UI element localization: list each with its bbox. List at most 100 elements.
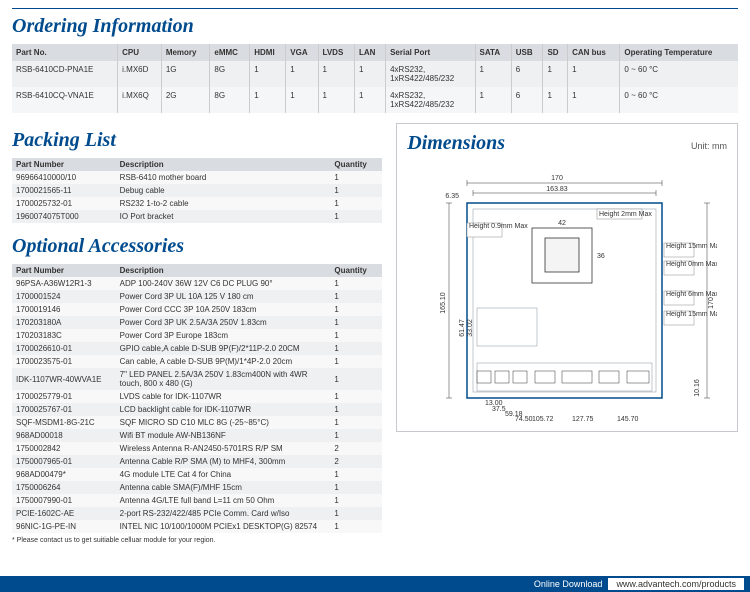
table-cell: i.MX6Q <box>118 87 162 113</box>
table-cell: 1700001524 <box>12 290 116 303</box>
col-header: Quantity <box>330 264 382 277</box>
table-row: 1700001524Power Cord 3P UL 10A 125 V 180… <box>12 290 382 303</box>
table-cell: IDK-1107WR-40WVA1E <box>12 368 116 390</box>
table-cell: 1 <box>330 507 382 520</box>
svg-text:Height 6mm Max: Height 6mm Max <box>666 291 717 298</box>
accessories-heading: Optional Accessories <box>12 235 382 258</box>
col-header: Quantity <box>330 158 382 171</box>
svg-text:37.5: 37.5 <box>492 406 506 413</box>
col-header: Part Number <box>12 158 116 171</box>
table-cell: 1 <box>286 87 318 113</box>
col-header: CAN bus <box>568 44 620 61</box>
table-cell: 1 <box>330 429 382 442</box>
table-cell: 1750007990-01 <box>12 494 116 507</box>
col-header: USB <box>511 44 543 61</box>
table-cell: LVDS cable for IDK-1107WR <box>116 390 331 403</box>
table-cell: Power Cord 3P UL 10A 125 V 180 cm <box>116 290 331 303</box>
table-cell: 7" LED PANEL 2.5A/3A 250V 1.83cm400N wit… <box>116 368 331 390</box>
table-cell: 1 <box>330 316 382 329</box>
svg-text:33.02: 33.02 <box>467 319 474 337</box>
table-cell: 1700021565-11 <box>12 184 116 197</box>
ordering-heading: Ordering Information <box>12 15 738 38</box>
table-cell: Antenna Cable R/P SMA (M) to MHF4, 300mm <box>116 455 331 468</box>
footer-url[interactable]: www.advantech.com/products <box>608 578 744 590</box>
svg-text:Height 2mm Max: Height 2mm Max <box>599 211 652 218</box>
col-header: Description <box>116 158 331 171</box>
table-cell: 170203180A <box>12 316 116 329</box>
table-cell: RSB-6410CD-PNA1E <box>12 61 118 87</box>
table-cell: Can cable, A cable D-SUB 9P(M)/1*4P-2.0 … <box>116 355 331 368</box>
svg-text:170: 170 <box>551 175 563 182</box>
table-cell: 96966410000/10 <box>12 171 116 184</box>
table-row: 96966410000/10RSB-6410 mother board1 <box>12 171 382 184</box>
table-cell: 1 <box>330 184 382 197</box>
table-cell: 1 <box>330 197 382 210</box>
svg-text:163.83: 163.83 <box>546 186 568 193</box>
table-cell: 1 <box>330 329 382 342</box>
col-header: HDMI <box>250 44 286 61</box>
table-cell: 2-port RS-232/422/485 PCIe Comm. Card w/… <box>116 507 331 520</box>
table-row: IDK-1107WR-40WVA1E7" LED PANEL 2.5A/3A 2… <box>12 368 382 390</box>
table-row: 96PSA-A36W12R1-3ADP 100-240V 36W 12V C6 … <box>12 277 382 290</box>
table-cell: 2 <box>330 455 382 468</box>
table-cell: 1 <box>318 61 354 87</box>
table-cell: 4xRS232,1xRS422/485/232 <box>386 87 475 113</box>
table-cell: 1G <box>161 61 210 87</box>
table-cell: 1700025767-01 <box>12 403 116 416</box>
table-row: 1700025779-01LVDS cable for IDK-1107WR1 <box>12 390 382 403</box>
table-cell: SQF MICRO SD C10 MLC 8G (-25~85°C) <box>116 416 331 429</box>
table-row: SQF-MSDM1-8G-21CSQF MICRO SD C10 MLC 8G … <box>12 416 382 429</box>
table-row: 1750002842Wireless Antenna R-AN2450-5701… <box>12 442 382 455</box>
svg-text:170: 170 <box>708 297 715 309</box>
table-row: 1700023575-01Can cable, A cable D-SUB 9P… <box>12 355 382 368</box>
svg-text:74.50: 74.50 <box>515 416 533 423</box>
table-cell: 1700023575-01 <box>12 355 116 368</box>
table-cell: 1750006264 <box>12 481 116 494</box>
table-cell: 1 <box>330 303 382 316</box>
table-cell: 1750007965-01 <box>12 455 116 468</box>
accessories-table: Part NumberDescriptionQuantity 96PSA-A36… <box>12 264 382 533</box>
table-cell: 1700026610-01 <box>12 342 116 355</box>
table-cell: 4G module LTE Cat 4 for China <box>116 468 331 481</box>
table-cell: 8G <box>210 61 250 87</box>
table-cell: 1 <box>330 468 382 481</box>
table-cell: 1 <box>330 390 382 403</box>
svg-text:10.16: 10.16 <box>694 379 701 397</box>
table-row: 1700021565-11Debug cable1 <box>12 184 382 197</box>
table-cell: 1 <box>318 87 354 113</box>
table-cell: Power Cord 3P Europe 183cm <box>116 329 331 342</box>
col-header: Memory <box>161 44 210 61</box>
table-cell: 170203183C <box>12 329 116 342</box>
table-cell: 1 <box>330 210 382 223</box>
table-cell: 1 <box>568 87 620 113</box>
table-cell: RS232 1-to-2 cable <box>116 197 331 210</box>
table-row: 1750006264Antenna cable SMA(F)/MHF 15cm1 <box>12 481 382 494</box>
svg-text:105.72: 105.72 <box>532 416 554 423</box>
dimensions-heading: Dimensions <box>407 132 505 155</box>
col-header: Description <box>116 264 331 277</box>
table-row: 96NIC-1G-PE-ININTEL NIC 10/100/1000M PCI… <box>12 520 382 533</box>
table-row: 170203180APower Cord 3P UK 2.5A/3A 250V … <box>12 316 382 329</box>
table-cell: 8G <box>210 87 250 113</box>
table-row: 968AD00018Wifi BT module AW-NB136NF1 <box>12 429 382 442</box>
table-cell: 1960074075T000 <box>12 210 116 223</box>
table-cell: i.MX6D <box>118 61 162 87</box>
table-cell: 1 <box>543 87 568 113</box>
table-cell: Wireless Antenna R-AN2450-5701RS R/P SM <box>116 442 331 455</box>
col-header: SD <box>543 44 568 61</box>
svg-text:127.75: 127.75 <box>572 416 594 423</box>
table-cell: 6 <box>511 87 543 113</box>
table-row: 968AD00479*4G module LTE Cat 4 for China… <box>12 468 382 481</box>
table-row: 1700019146Power Cord CCC 3P 10A 250V 183… <box>12 303 382 316</box>
svg-text:6.35: 6.35 <box>446 193 460 200</box>
dimensions-panel: Dimensions Unit: mm <box>396 123 738 432</box>
table-row: 1700025767-01LCD backlight cable for IDK… <box>12 403 382 416</box>
table-cell: Antenna cable SMA(F)/MHF 15cm <box>116 481 331 494</box>
col-header: LVDS <box>318 44 354 61</box>
svg-text:36: 36 <box>597 253 605 260</box>
table-cell: 1 <box>330 403 382 416</box>
col-header: CPU <box>118 44 162 61</box>
table-cell: 1700019146 <box>12 303 116 316</box>
table-cell: 1 <box>250 61 286 87</box>
table-cell: 1 <box>568 61 620 87</box>
